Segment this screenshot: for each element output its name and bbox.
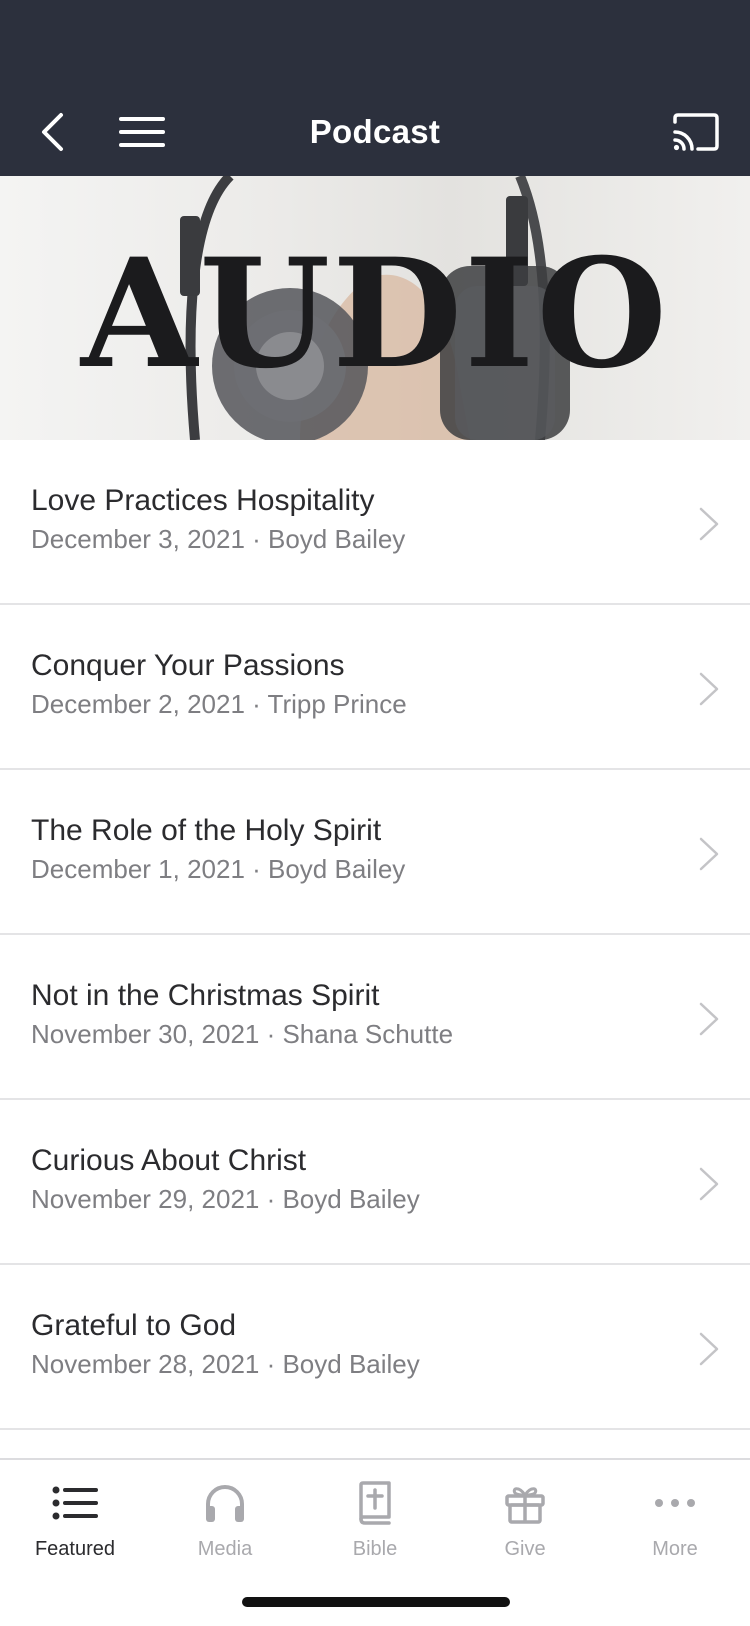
episode-meta: November 30, 2021 · Shana Schutte	[31, 1019, 454, 1049]
tab-more[interactable]: More	[600, 1460, 750, 1570]
tab-label: More	[652, 1538, 698, 1560]
list-item[interactable]: Conquer Your Passions December 2, 2021 ·…	[0, 605, 750, 770]
tab-label: Featured	[34, 1538, 116, 1560]
chevron-right-icon	[699, 672, 719, 706]
episode-title: Not in the Christmas Spirit	[31, 979, 380, 1012]
episode-list: Love Practices Hospitality December 3, 2…	[0, 440, 750, 1430]
status-bar	[0, 0, 750, 88]
episode-meta: December 1, 2021 · Boyd Bailey	[31, 854, 406, 884]
tab-label: Bible	[352, 1538, 398, 1560]
more-dots-icon	[650, 1480, 700, 1526]
list-icon	[50, 1480, 100, 1526]
cast-icon	[673, 113, 719, 151]
list-item[interactable]: Not in the Christmas Spirit November 30,…	[0, 935, 750, 1100]
hero-banner: AUDIO	[0, 176, 750, 440]
top-navigation-bar: Podcast	[0, 0, 750, 176]
episode-title: Love Practices Hospitality	[31, 484, 375, 517]
bible-icon	[350, 1480, 400, 1526]
headphones-icon	[200, 1480, 250, 1526]
tab-label: Media	[197, 1538, 253, 1560]
episode-title: Grateful to God	[31, 1309, 237, 1342]
tab-label: Give	[504, 1538, 546, 1560]
chevron-right-icon	[699, 837, 719, 871]
episode-title: Conquer Your Passions	[31, 649, 345, 682]
cast-button[interactable]	[664, 102, 728, 162]
chevron-right-icon	[699, 1332, 719, 1366]
list-item[interactable]: The Role of the Holy Spirit December 1, …	[0, 770, 750, 935]
hero-title: AUDIO	[80, 226, 670, 402]
back-button[interactable]	[28, 104, 76, 160]
tab-media[interactable]: Media	[150, 1460, 300, 1570]
menu-button[interactable]	[112, 104, 172, 160]
episode-title: Curious About Christ	[31, 1144, 307, 1177]
chevron-left-icon	[42, 113, 63, 151]
hamburger-menu-icon	[119, 117, 165, 147]
episode-meta: December 3, 2021 · Boyd Bailey	[31, 524, 406, 554]
episode-meta: November 29, 2021 · Boyd Bailey	[31, 1184, 420, 1214]
list-item[interactable]: Grateful to God November 28, 2021 · Boyd…	[0, 1265, 750, 1430]
page-title: Podcast	[309, 113, 441, 150]
gift-icon	[500, 1480, 550, 1526]
list-item[interactable]: Curious About Christ November 29, 2021 ·…	[0, 1100, 750, 1265]
tab-give[interactable]: Give	[450, 1460, 600, 1570]
chevron-right-icon	[699, 1002, 719, 1036]
episode-title: The Role of the Holy Spirit	[31, 814, 382, 847]
episode-meta: December 2, 2021 · Tripp Prince	[31, 689, 407, 719]
home-indicator	[242, 1597, 510, 1607]
chevron-right-icon	[699, 507, 719, 541]
episode-meta: November 28, 2021 · Boyd Bailey	[31, 1349, 420, 1379]
tab-featured[interactable]: Featured	[0, 1460, 150, 1570]
chevron-right-icon	[699, 1167, 719, 1201]
tab-bible[interactable]: Bible	[300, 1460, 450, 1570]
list-item[interactable]: Love Practices Hospitality December 3, 2…	[0, 440, 750, 605]
